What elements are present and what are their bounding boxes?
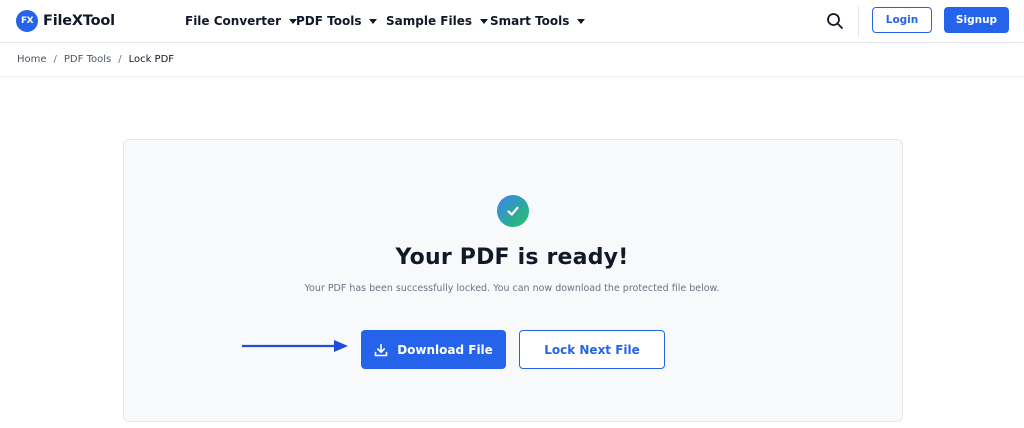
site-header: FX FileXTool File Converter PDF Tools Sa… [0,0,1024,43]
breadcrumb-separator: / [53,54,57,65]
breadcrumb-bar: Home / PDF Tools / Lock PDF [0,44,1024,77]
nav-item-label: Sample Files [386,14,472,28]
checkmark-icon [507,206,519,216]
logo-text: FileXTool [43,13,115,29]
nav-smart-tools[interactable]: Smart Tools [490,12,586,30]
breadcrumb-pdf-tools[interactable]: PDF Tools [64,54,111,65]
download-icon [374,343,388,356]
arrow-right-icon [242,340,348,352]
download-file-button[interactable]: Download File [361,330,506,369]
search-icon[interactable] [826,12,844,30]
header-divider [858,6,859,37]
breadcrumb-separator: / [118,54,122,65]
check-circle-icon [497,195,529,227]
nav-item-label: Smart Tools [490,14,570,28]
login-button[interactable]: Login [872,7,932,33]
chevron-down-icon [577,18,586,24]
breadcrumb: Home / PDF Tools / Lock PDF [17,54,174,65]
breadcrumb-home[interactable]: Home [17,54,47,65]
site-logo[interactable]: FX FileXTool [16,9,115,33]
result-card [123,139,903,422]
result-message: Your PDF has been successfully locked. Y… [304,283,720,294]
nav-file-converter[interactable]: File Converter [185,12,298,30]
chevron-down-icon [369,18,378,24]
nav-item-label: File Converter [185,14,282,28]
breadcrumb-current: Lock PDF [128,54,175,65]
download-file-label: Download File [397,342,493,357]
lock-next-file-button[interactable]: Lock Next File [519,330,665,369]
logo-badge-icon: FX [16,10,38,32]
nav-sample-files[interactable]: Sample Files [386,12,488,30]
nav-item-label: PDF Tools [296,14,362,28]
nav-pdf-tools[interactable]: PDF Tools [296,12,378,30]
result-title: Your PDF is ready! [395,245,629,270]
signup-button[interactable]: Signup [944,7,1009,33]
chevron-down-icon [479,18,488,24]
